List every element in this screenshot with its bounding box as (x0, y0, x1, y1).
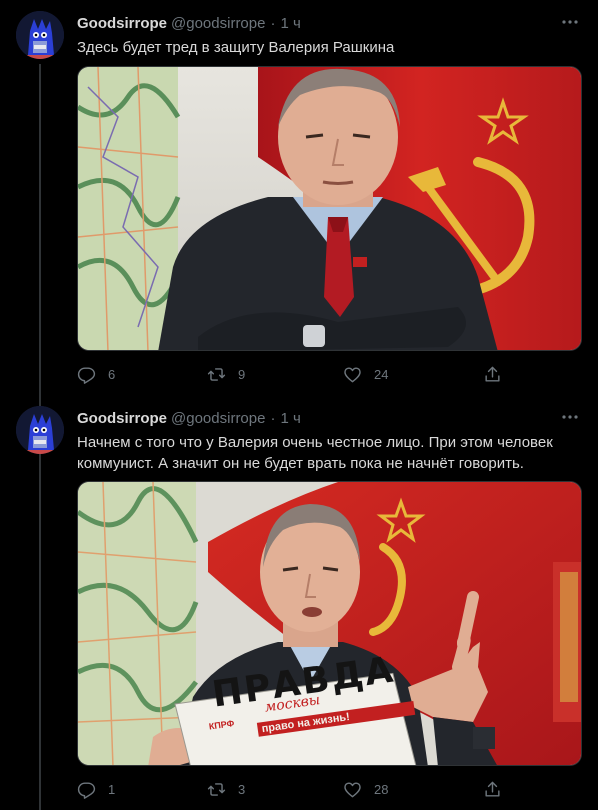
more-icon (562, 20, 578, 24)
separator-dot: · (270, 14, 276, 32)
tweet-actions: 6 9 24 (77, 362, 502, 386)
reply-icon (77, 366, 96, 384)
avatar-image (16, 406, 64, 454)
reply-count: 6 (108, 366, 116, 382)
share-button[interactable] (483, 362, 502, 386)
display-name[interactable]: Goodsirrope (77, 410, 167, 427)
photo-portrait (78, 67, 581, 350)
retweet-button[interactable]: 9 (207, 362, 245, 386)
avatar-image (16, 11, 64, 59)
tweet-header: Goodsirrope @goodsirrope · 1 ч (77, 408, 301, 428)
share-icon (485, 366, 500, 382)
separator-dot: · (270, 409, 276, 427)
more-icon (562, 415, 578, 419)
retweet-icon (207, 782, 226, 796)
tweet-actions: 1 3 28 (77, 777, 502, 801)
like-icon (344, 781, 361, 797)
retweet-icon (207, 367, 226, 381)
like-button[interactable]: 24 (343, 362, 388, 386)
tweet-header: Goodsirrope @goodsirrope · 1 ч (77, 13, 301, 33)
avatar[interactable] (16, 11, 64, 59)
tweet-text: Начнем с того что у Валерия очень честно… (77, 434, 553, 472)
handle[interactable]: @goodsirrope (171, 410, 265, 427)
timestamp[interactable]: 1 ч (280, 15, 300, 32)
share-icon (485, 781, 500, 797)
handle[interactable]: @goodsirrope (171, 15, 265, 32)
share-button[interactable] (483, 777, 502, 801)
like-button[interactable]: 28 (343, 777, 388, 801)
tweet-photo[interactable] (77, 66, 582, 351)
reply-button[interactable]: 6 (77, 362, 115, 386)
timestamp[interactable]: 1 ч (280, 410, 300, 427)
tweet-text: Здесь будет тред в защиту Валерия Рашкин… (77, 39, 395, 56)
reply-count: 1 (108, 781, 116, 797)
avatar[interactable] (16, 406, 64, 454)
like-count: 24 (374, 366, 389, 382)
like-count: 28 (374, 781, 389, 797)
tweet[interactable]: Goodsirrope @goodsirrope · 1 ч Начнем с … (0, 395, 598, 810)
like-icon (344, 366, 361, 382)
display-name[interactable]: Goodsirrope (77, 15, 167, 32)
more-button[interactable] (558, 407, 582, 427)
reply-button[interactable]: 1 (77, 777, 115, 801)
tweet-photo[interactable]: ПРАВДА москвы КПРФ право на жизнь! (77, 481, 582, 766)
retweet-button[interactable]: 3 (207, 777, 245, 801)
retweet-count: 9 (238, 366, 246, 382)
more-button[interactable] (558, 12, 582, 32)
tweet[interactable]: Goodsirrope @goodsirrope · 1 ч Здесь буд… (0, 0, 598, 395)
reply-icon (77, 781, 96, 799)
retweet-count: 3 (238, 781, 246, 797)
